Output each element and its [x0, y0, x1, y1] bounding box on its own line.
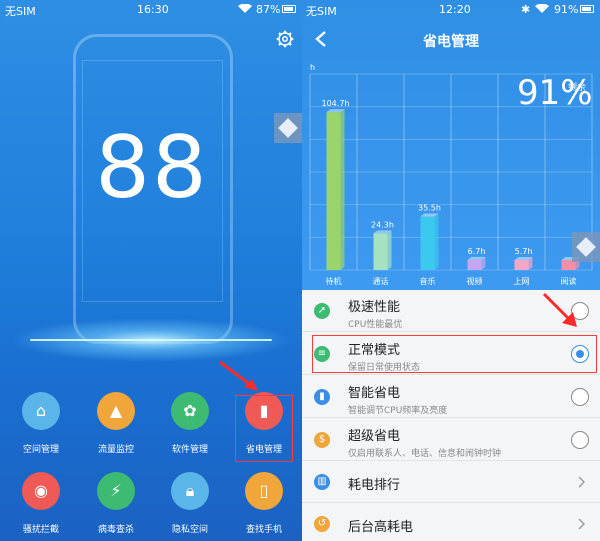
battery-percent: 87%	[256, 3, 281, 16]
battery-icon	[580, 5, 594, 13]
battery-low-icon: $	[314, 432, 330, 448]
y-axis-label: h	[310, 63, 315, 72]
rocket-icon: ➚	[314, 303, 330, 319]
phone-icon: ▯	[245, 472, 283, 510]
page-title: 省电管理	[423, 34, 479, 50]
nav-row-power-ranking[interactable]: ▥ 耗电排行	[302, 462, 600, 503]
battery-remaining-percent: 91%	[517, 73, 593, 113]
phone-manager-home: 无SIM 16:30 87% 88 ⌂ 空间管理 ▲ 流量监控 ✿ 软件管理 ▮…	[0, 0, 302, 541]
share-icon: ✿	[171, 392, 209, 430]
nav-name: 耗电排行	[348, 478, 401, 493]
chart-bar	[420, 216, 435, 270]
shield-check-icon: ⚡	[97, 472, 135, 510]
mode-description: CPU性能最优	[348, 320, 403, 330]
wifi-icon	[535, 4, 549, 13]
broom-icon: ⌂	[22, 392, 60, 430]
chevron-right-icon	[578, 476, 586, 488]
chart-bar-side	[387, 230, 392, 270]
power-icon: ↺	[314, 516, 330, 532]
x-tick-label: 视频	[467, 276, 483, 286]
x-tick-label: 阅读	[561, 276, 577, 286]
chart-bar	[373, 233, 388, 270]
bluetooth-icon: ✱	[521, 3, 531, 16]
carrier-label: 无SIM	[306, 5, 337, 18]
bar-value-label: 6.7h	[468, 247, 486, 256]
app-virus-scan[interactable]: ⚡ 病毒查杀	[79, 472, 153, 541]
screenshot-root: 无SIM 16:30 87% 88 ⌂ 空间管理 ▲ 流量监控 ✿ 软件管理 ▮…	[0, 0, 600, 541]
battery-percent: 91%	[554, 3, 579, 16]
app-label: 软件管理	[171, 445, 208, 455]
mode-name: 超级省电	[348, 429, 401, 444]
x-tick-label: 通话	[373, 276, 389, 286]
red-arrow-annotation	[219, 360, 258, 391]
glow-line-decoration	[30, 339, 272, 341]
mode-radio[interactable]	[571, 431, 589, 449]
mode-name: 极速性能	[348, 300, 401, 315]
x-tick-label: 待机	[326, 276, 342, 286]
chart-icon: ▲	[97, 392, 135, 430]
battery-icon: ▮	[314, 389, 330, 405]
mode-row-super-saving[interactable]: $ 超级省电 仅启用联系人、电话、信息和闹钟时钟	[302, 419, 600, 461]
app-label: 隐私空间	[171, 525, 208, 535]
bar-value-label: 24.3h	[371, 220, 394, 229]
mode-name: 智能省电	[348, 386, 401, 401]
app-label: 骚扰拦截	[22, 525, 59, 535]
app-label: 流量监控	[97, 445, 134, 455]
gear-icon[interactable]	[276, 30, 294, 48]
wifi-icon	[238, 4, 252, 13]
highlight-box	[312, 335, 597, 373]
app-space-manager[interactable]: ⌂ 空间管理	[4, 392, 78, 462]
status-bar: 无SIM 12:20 ✱ 91%	[302, 0, 600, 20]
mode-row-smart-saving[interactable]: ▮ 智能省电 智能调节CPU频率及亮度	[302, 376, 600, 418]
clock: 12:20	[439, 3, 471, 16]
mode-description: 仅启用联系人、电话、信息和闹钟时钟	[348, 449, 502, 459]
app-label: 查找手机	[245, 525, 282, 535]
app-harassment-block[interactable]: ◉ 骚扰拦截	[4, 472, 78, 541]
nav-row-background-drain[interactable]: ↺ 后台高耗电	[302, 504, 600, 541]
bar-value-label: 35.5h	[418, 203, 441, 212]
mode-description: 智能调节CPU频率及亮度	[348, 406, 448, 416]
chart-bar	[514, 260, 529, 270]
shield-block-icon: ◉	[22, 472, 60, 510]
power-manager-screen: 无SIM 12:20 ✱ 91% 省电管理 h 104.7h 待机 24.3h 通话 35…	[302, 0, 600, 541]
chart-bar-side	[340, 109, 345, 270]
app-find-phone[interactable]: ▯ 查找手机	[227, 472, 301, 541]
mode-radio[interactable]	[571, 388, 589, 406]
clock: 16:30	[137, 3, 169, 16]
highlight-box	[235, 395, 293, 462]
bar-chart-icon: ▥	[314, 474, 330, 490]
battery-icon	[282, 5, 296, 13]
status-bar: 无SIM 16:30 87%	[0, 0, 302, 20]
chart-bar-side	[434, 213, 439, 270]
chevron-right-icon	[578, 518, 586, 530]
battery-remaining-label: 剩余	[568, 83, 587, 93]
health-score[interactable]: 88	[87, 118, 217, 218]
app-software-manager[interactable]: ✿ 软件管理	[153, 392, 227, 462]
floating-widget-icon[interactable]	[572, 232, 600, 262]
x-tick-label: 音乐	[420, 276, 436, 286]
app-traffic-monitor[interactable]: ▲ 流量监控	[79, 392, 153, 462]
carrier-label: 无SIM	[5, 5, 36, 18]
app-label: 空间管理	[22, 445, 59, 455]
lock-icon: 🔒︎	[171, 472, 209, 510]
app-private-space[interactable]: 🔒︎ 隐私空间	[153, 472, 227, 541]
x-tick-label: 上网	[514, 277, 530, 286]
red-arrow-annotation	[542, 292, 577, 327]
app-label: 病毒查杀	[97, 525, 134, 535]
bar-value-label: 5.7h	[515, 247, 533, 256]
chart-bar	[467, 259, 482, 270]
nav-name: 后台高耗电	[348, 520, 414, 535]
chart-bar	[326, 112, 341, 270]
floating-widget-icon[interactable]	[274, 113, 302, 143]
bar-value-label: 104.7h	[322, 99, 350, 108]
